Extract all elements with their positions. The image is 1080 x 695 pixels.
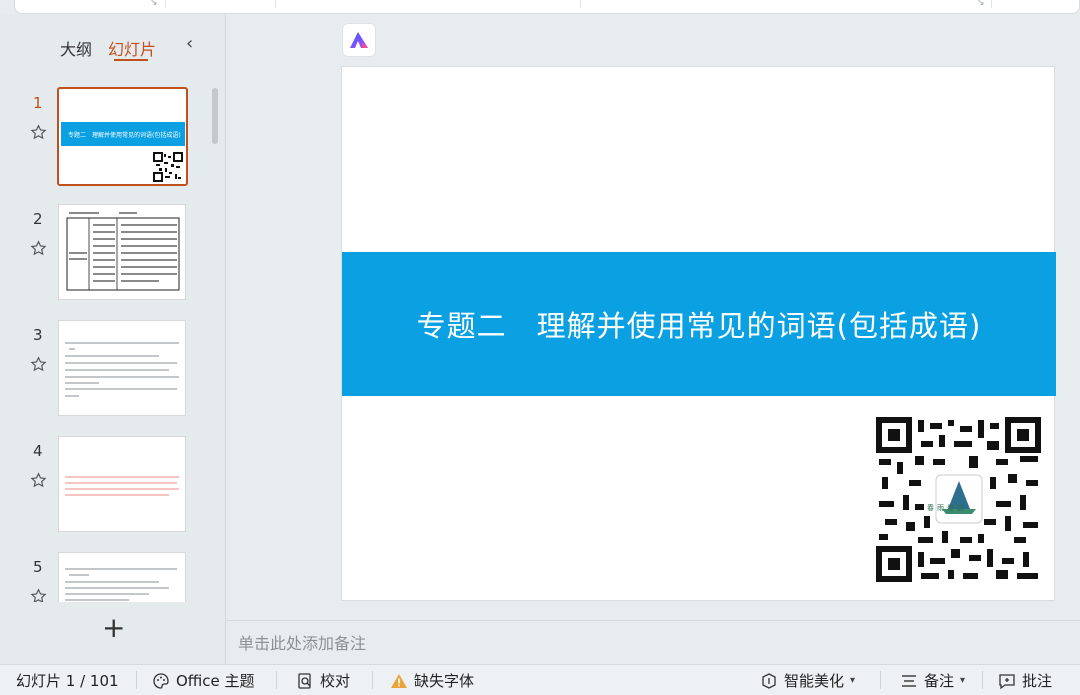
group-launcher-icon[interactable]: ↘ <box>150 0 158 8</box>
star-icon[interactable] <box>30 124 47 141</box>
slide-counter-label: 幻灯片 1 / 101 <box>16 672 119 690</box>
title-band: 专题二 理解并使用常见的词语(包括成语) <box>342 252 1056 396</box>
add-slide-button[interactable]: + <box>102 614 125 642</box>
slide-title[interactable]: 专题二 理解并使用常见的词语(包括成语) <box>417 303 982 345</box>
thumb-text-preview <box>65 476 179 496</box>
notes-toggle-button[interactable]: 备注 ▾ <box>900 670 965 691</box>
star-icon[interactable] <box>30 356 47 373</box>
slide-thumbnail-5[interactable] <box>58 552 186 602</box>
theme-label: Office 主题 <box>176 672 255 690</box>
tab-outline[interactable]: 大纲 <box>60 36 92 60</box>
qr-caption: 春雨墨韵 <box>927 504 967 512</box>
group-launcher-icon[interactable]: ↘ <box>977 0 985 8</box>
slide-thumbnail-row: 4 <box>0 436 210 536</box>
ai-assistant-button[interactable] <box>342 23 376 57</box>
thumb-table-preview <box>66 212 180 291</box>
chevron-down-icon: ▾ <box>960 675 966 686</box>
slide-thumbnail-3[interactable] <box>58 320 186 416</box>
comment-icon <box>999 673 1015 689</box>
smart-beautify-button[interactable]: 智能美化 ▾ <box>760 670 855 691</box>
comments-button[interactable]: 批注 <box>998 670 1052 691</box>
thumb-text-preview <box>65 568 177 601</box>
star-icon[interactable] <box>30 472 47 489</box>
status-divider <box>136 671 137 689</box>
active-tab-indicator <box>114 59 148 61</box>
slide-thumbnail-2[interactable] <box>58 204 186 300</box>
slide-thumbnail-row: 1 专题二 理解并使用常见的词语(包括成语) <box>0 87 210 188</box>
ribbon-separator <box>991 0 992 8</box>
slide-thumbnail-4[interactable] <box>58 436 186 532</box>
tab-slides[interactable]: 幻灯片 <box>108 36 156 60</box>
thumb-title: 专题二 理解并使用常见的词语(包括成语) <box>68 131 181 139</box>
thumb-text-preview <box>65 342 179 397</box>
chevron-down-icon: ▾ <box>850 675 856 686</box>
ribbon-edge: ↘ ↘ <box>14 0 1080 14</box>
star-icon[interactable] <box>30 588 47 602</box>
notes-label: 备注 <box>924 672 955 690</box>
slide-thumbnail-1[interactable]: 专题二 理解并使用常见的词语(包括成语) <box>57 87 188 186</box>
ai-logo-icon <box>350 32 368 48</box>
theme-button[interactable]: Office 主题 <box>152 670 255 691</box>
star-icon[interactable] <box>30 240 47 257</box>
beautify-icon <box>762 672 776 689</box>
notes-divider <box>226 620 1080 621</box>
slide-thumbnail-row: 3 <box>0 320 210 420</box>
thumbnail-scrollbar[interactable] <box>212 88 218 144</box>
missing-fonts-label: 缺失字体 <box>414 672 475 690</box>
slide-number: 2 <box>33 210 43 228</box>
slide-panel: 大纲 幻灯片 ‹ 1 专题二 理解并使用常见的词语(包括成语) 2 3 4 5 … <box>0 14 226 664</box>
status-divider <box>880 671 881 689</box>
status-divider <box>372 671 373 689</box>
theme-icon <box>153 672 169 689</box>
qr-code-image <box>876 417 1041 582</box>
notes-icon <box>902 674 916 687</box>
slide-number: 4 <box>33 442 43 460</box>
ribbon-separator <box>275 0 276 8</box>
smart-beautify-label: 智能美化 <box>784 672 845 690</box>
notes-input[interactable]: 单击此处添加备注 <box>238 630 366 654</box>
status-divider <box>982 671 983 689</box>
ribbon-separator <box>165 0 166 8</box>
status-bar: 幻灯片 1 / 101 Office 主题 校对 缺失字体 智能美化 ▾ 备注 … <box>0 664 1080 695</box>
collapse-panel-icon[interactable]: ‹ <box>186 33 193 54</box>
slide-canvas[interactable]: 专题二 理解并使用常见的词语(包括成语) 春雨墨韵 <box>341 66 1056 601</box>
proofread-icon <box>298 672 311 689</box>
ribbon-separator <box>580 0 581 8</box>
qr-code-icon <box>153 152 183 182</box>
proofread-label: 校对 <box>320 672 351 690</box>
slide-number: 3 <box>33 326 43 344</box>
status-divider <box>276 671 277 689</box>
slide-thumbnail-row: 2 <box>0 204 210 304</box>
thumb-title-band: 专题二 理解并使用常见的词语(包括成语) <box>61 122 185 146</box>
missing-fonts-button[interactable]: 缺失字体 <box>390 670 474 691</box>
slide-number: 5 <box>33 558 43 576</box>
comments-label: 批注 <box>1022 672 1053 690</box>
slide-number: 1 <box>33 94 43 112</box>
slide-thumbnail-row: 5 <box>0 552 210 602</box>
slide-counter[interactable]: 幻灯片 1 / 101 <box>16 670 119 691</box>
proofread-button[interactable]: 校对 <box>296 670 350 691</box>
warning-icon <box>391 673 407 688</box>
